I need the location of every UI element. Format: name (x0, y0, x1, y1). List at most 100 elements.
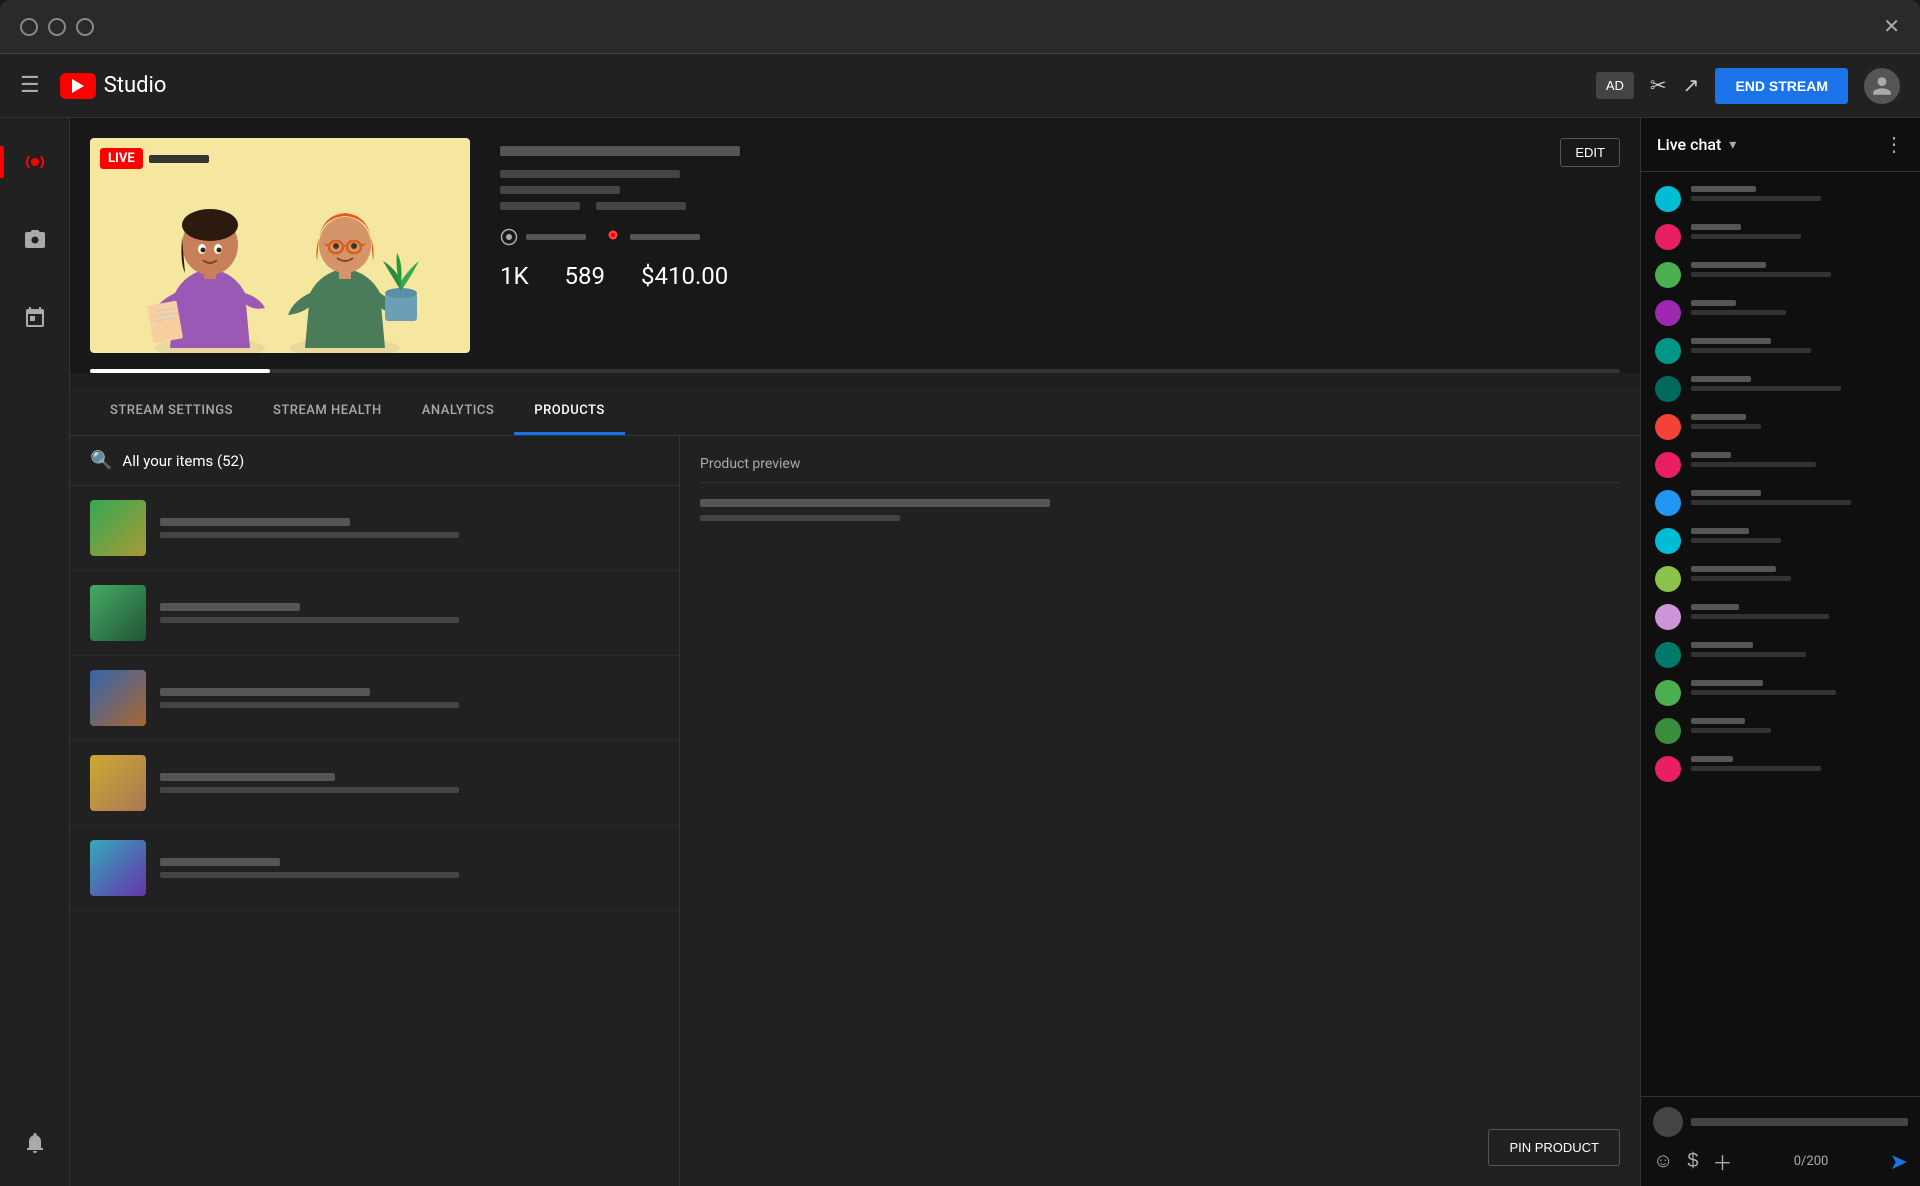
chat-text (1691, 462, 1816, 467)
chat-input-field[interactable] (1691, 1118, 1908, 1126)
chat-username (1691, 604, 1739, 610)
sidebar-item-live[interactable] (11, 138, 59, 186)
tabs-content: 🔍 All your items (52) (70, 436, 1640, 1186)
chat-avatar (1655, 680, 1681, 706)
tab-products[interactable]: PRODUCTS (514, 389, 624, 435)
chat-menu-button[interactable]: ⋮ (1884, 132, 1904, 157)
stream-progress-fill (90, 369, 270, 373)
content-area: LIVE (70, 118, 1640, 1186)
chat-username (1691, 186, 1756, 192)
stream-title-bar (500, 146, 740, 156)
chat-text (1691, 690, 1836, 695)
user-avatar[interactable] (1864, 68, 1900, 104)
product-item-2[interactable] (70, 571, 679, 656)
chat-text (1691, 272, 1831, 277)
chat-username (1691, 262, 1766, 268)
chat-text (1691, 310, 1786, 315)
chat-text (1691, 766, 1821, 771)
chat-message (1641, 522, 1920, 560)
products-left-panel: 🔍 All your items (52) (70, 436, 680, 1186)
stream-info-line-3 (500, 202, 580, 210)
fullscreen-button[interactable] (76, 18, 94, 36)
chat-avatar (1655, 642, 1681, 668)
stream-info: EDIT (490, 138, 1620, 290)
chat-panel: Live chat ▾ ⋮ (1640, 118, 1920, 1186)
video-thumbnail: LIVE (90, 138, 470, 353)
product-item-3[interactable] (70, 656, 679, 741)
chat-message (1641, 636, 1920, 674)
hamburger-menu[interactable]: ☰ (20, 73, 40, 98)
chat-username (1691, 224, 1741, 230)
product-thumbnail-2 (90, 585, 146, 641)
product-item-4[interactable] (70, 741, 679, 826)
sidebar-item-calendar[interactable] (11, 294, 59, 342)
product-item-5[interactable] (70, 826, 679, 911)
stat-views: 1K (500, 262, 529, 290)
end-stream-button[interactable]: END STREAM (1715, 68, 1848, 104)
product-name-5 (160, 858, 280, 866)
chat-message (1641, 750, 1920, 788)
stat-bar-views (526, 234, 586, 240)
chat-message (1641, 294, 1920, 332)
product-sub-5 (160, 872, 459, 878)
emoji-button[interactable]: ☺ (1653, 1147, 1673, 1176)
chat-text (1691, 348, 1811, 353)
chat-username (1691, 300, 1736, 306)
chat-text (1691, 538, 1781, 543)
tab-analytics[interactable]: ANALYTICS (402, 389, 515, 435)
chat-avatar (1655, 414, 1681, 440)
product-sub-4 (160, 787, 459, 793)
chat-message (1641, 484, 1920, 522)
close-button[interactable]: ✕ (1883, 14, 1900, 39)
search-bar: 🔍 All your items (52) (70, 436, 679, 486)
product-name-4 (160, 773, 335, 781)
chat-text (1691, 196, 1821, 201)
maximize-button[interactable] (48, 18, 66, 36)
chat-message (1641, 674, 1920, 712)
chat-actions: ☺ $ ＋ 0/200 ➤ (1653, 1147, 1908, 1176)
character-illustration (90, 173, 470, 353)
tab-stream-settings[interactable]: STREAM SETTINGS (90, 389, 253, 435)
chat-username (1691, 414, 1746, 420)
chat-user-avatar (1653, 1107, 1683, 1137)
stream-progress-bar (90, 369, 1620, 373)
product-preview-title: Product preview (700, 456, 1620, 483)
stat-revenue: $410.00 (641, 262, 728, 290)
tab-stream-health[interactable]: STREAM HEALTH (253, 389, 402, 435)
product-sub-2 (160, 617, 459, 623)
stream-preview: LIVE (70, 118, 1640, 373)
chat-message (1641, 332, 1920, 370)
product-name-2 (160, 603, 300, 611)
send-button[interactable]: ➤ (1890, 1149, 1908, 1175)
share-icon[interactable]: ↗ (1683, 73, 1700, 98)
chat-text (1691, 652, 1806, 657)
stat-likes: 589 (565, 262, 605, 290)
chat-text (1691, 614, 1829, 619)
nav-actions: AD ✂ ↗ END STREAM (1596, 68, 1900, 104)
chat-action-icons: ☺ $ ＋ (1653, 1147, 1733, 1176)
chat-avatar (1655, 604, 1681, 630)
product-item-1[interactable] (70, 486, 679, 571)
tabs-bar: STREAM SETTINGS STREAM HEALTH ANALYTICS … (70, 389, 1640, 436)
chat-avatar (1655, 566, 1681, 592)
product-thumbnail-5 (90, 840, 146, 896)
pin-product-button[interactable]: PIN PRODUCT (1488, 1129, 1620, 1166)
dollar-button[interactable]: $ (1687, 1147, 1698, 1176)
ad-button[interactable]: AD (1596, 72, 1634, 99)
chat-message (1641, 408, 1920, 446)
sidebar-item-alert[interactable] (11, 1118, 59, 1166)
product-info-2 (160, 603, 659, 623)
add-button[interactable]: ＋ (1713, 1147, 1733, 1176)
chat-message (1641, 370, 1920, 408)
chat-avatar (1655, 528, 1681, 554)
chat-avatar (1655, 376, 1681, 402)
product-thumbnail-1 (90, 500, 146, 556)
chat-avatar (1655, 490, 1681, 516)
edit-button[interactable]: EDIT (1560, 138, 1620, 167)
minimize-button[interactable] (20, 18, 38, 36)
scissors-icon[interactable]: ✂ (1650, 73, 1667, 98)
sidebar-item-camera[interactable] (11, 216, 59, 264)
chat-avatar (1655, 300, 1681, 326)
product-info-1 (160, 518, 659, 538)
chat-messages (1641, 172, 1920, 1096)
